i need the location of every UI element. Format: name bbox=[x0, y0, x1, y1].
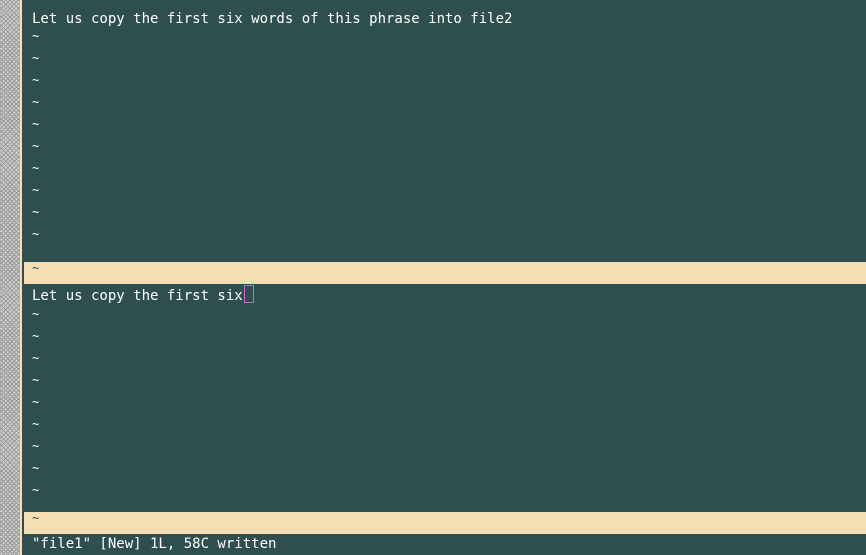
buffer-line[interactable]: Let us copy the first six bbox=[24, 284, 866, 308]
command-line-message[interactable]: "file1" [New] 1L, 58C written bbox=[24, 534, 866, 555]
empty-line-tilde: ~ bbox=[32, 417, 40, 431]
top-window-status-line[interactable]: ~ bbox=[24, 262, 866, 284]
empty-line-tilde: ~ bbox=[32, 307, 40, 321]
status-tilde: ~ bbox=[32, 511, 40, 525]
empty-line-tilde: ~ bbox=[32, 29, 40, 43]
empty-line-tilde: ~ bbox=[32, 395, 40, 409]
empty-line-tilde: ~ bbox=[32, 73, 40, 87]
empty-line-tilde: ~ bbox=[32, 205, 40, 219]
empty-line-tilde: ~ bbox=[32, 51, 40, 65]
empty-line-tilde: ~ bbox=[32, 117, 40, 131]
bottom-split-window[interactable]: Let us copy the first six ~ ~ ~ ~ ~ ~ ~ … bbox=[24, 284, 866, 506]
top-split-window[interactable]: Let us copy the first six words of this … bbox=[24, 8, 866, 250]
buffer-line[interactable]: Let us copy the first six words of this … bbox=[24, 8, 866, 30]
empty-line-tilde: ~ bbox=[32, 483, 40, 497]
empty-line-tilde: ~ bbox=[32, 95, 40, 109]
text-cursor bbox=[243, 285, 254, 303]
empty-line-tilde: ~ bbox=[32, 183, 40, 197]
buffer-line-text: Let us copy the first six bbox=[32, 288, 243, 304]
window-scrollbar[interactable] bbox=[0, 0, 22, 555]
empty-line-tilde: ~ bbox=[32, 439, 40, 453]
empty-line-tilde: ~ bbox=[32, 351, 40, 365]
vim-editor[interactable]: Let us copy the first six words of this … bbox=[24, 0, 866, 555]
empty-line-tilde: ~ bbox=[32, 329, 40, 343]
empty-line-tilde: ~ bbox=[32, 161, 40, 175]
empty-line-tilde: ~ bbox=[32, 461, 40, 475]
status-tilde: ~ bbox=[32, 261, 40, 275]
bottom-window-status-line[interactable]: ~ bbox=[24, 512, 866, 534]
empty-line-tilde: ~ bbox=[32, 139, 40, 153]
empty-line-tilde: ~ bbox=[32, 373, 40, 387]
empty-line-tilde: ~ bbox=[32, 227, 40, 241]
